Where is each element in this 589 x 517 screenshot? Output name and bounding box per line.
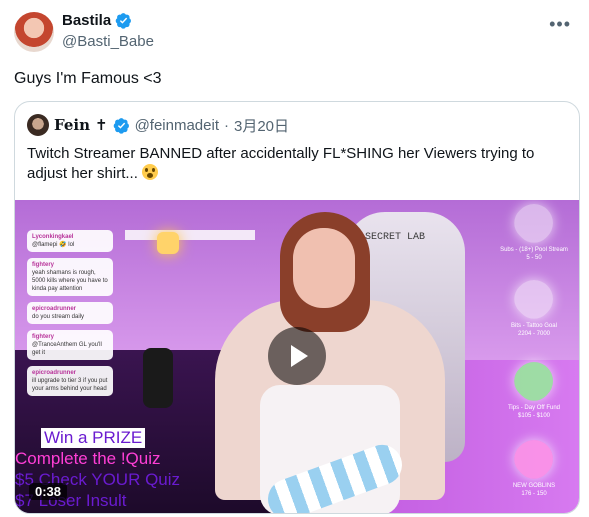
verified-badge-icon bbox=[115, 13, 132, 29]
lamp-icon bbox=[157, 232, 179, 254]
chat-text: @flamepi 🤣 lol bbox=[32, 242, 75, 248]
chat-message: fightery yeah shamans is rough, 5000 kil… bbox=[27, 258, 113, 296]
quoted-display-name[interactable]: Fein bbox=[54, 116, 90, 134]
flushed-face-icon bbox=[142, 164, 159, 180]
chat-text: ill upgrade to tier 3 if you put your ar… bbox=[32, 378, 108, 392]
heart-icon bbox=[507, 354, 561, 408]
play-button-icon[interactable] bbox=[268, 327, 326, 385]
goal-value: 5 - 50 bbox=[526, 255, 542, 261]
chair-logo: SECRET LAB bbox=[365, 232, 426, 243]
chat-message: Lyconkingkael @flamepi 🤣 lol bbox=[27, 230, 113, 252]
goal-item: NEW GOBLINS 176 - 150 bbox=[489, 432, 579, 498]
goal-item: Bits - Tattoo Goal 2204 - 7000 bbox=[489, 272, 579, 338]
more-horizontal-icon[interactable]: ••• bbox=[549, 14, 571, 35]
video-player[interactable]: SECRET LAB Lyconkingkael @flamepi 🤣 lol … bbox=[15, 200, 579, 513]
author-avatar[interactable] bbox=[14, 12, 54, 52]
goal-item: Subs - (18+) Pool Stream 5 - 50 bbox=[489, 200, 579, 262]
chat-text: yeah shamans is rough, 5000 kills where … bbox=[32, 270, 108, 292]
quoted-handle[interactable]: @feinmadeit bbox=[135, 117, 219, 134]
quoted-tweet[interactable]: Fein ✝ @feinmadeit · 3月20日 Twitch Stream… bbox=[14, 101, 580, 514]
cross-symbol: ✝ bbox=[94, 117, 108, 134]
chat-message: fightery @TranceAnthem GL you'll get it bbox=[27, 330, 113, 360]
author-name-row: Bastila bbox=[62, 12, 132, 29]
goal-value: 2204 - 7000 bbox=[517, 331, 551, 337]
promo-line: Complete the !Quiz bbox=[15, 449, 161, 468]
microphone-icon bbox=[143, 348, 173, 408]
chat-username: fightery bbox=[32, 262, 55, 268]
quoted-author-avatar[interactable] bbox=[27, 114, 49, 136]
heart-icon bbox=[507, 432, 561, 486]
chat-username: fightery bbox=[32, 334, 55, 340]
goal-label: Bits - Tattoo Goal bbox=[511, 323, 557, 329]
video-shelf bbox=[125, 230, 255, 240]
goal-label: NEW GOBLINS bbox=[512, 483, 556, 489]
chat-message: epicroadrunner do you stream daily bbox=[27, 302, 113, 324]
tweet-text: Guys I'm Famous <3 bbox=[14, 70, 162, 87]
goal-label: Subs - (18+) Pool Stream bbox=[500, 247, 568, 253]
quoted-tweet-text: Twitch Streamer BANNED after accidentall… bbox=[27, 144, 567, 184]
streamer-face bbox=[293, 228, 355, 308]
goal-value: 176 - 150 bbox=[521, 491, 547, 497]
author-display-name[interactable]: Bastila bbox=[62, 12, 111, 29]
stream-chat-overlay: Lyconkingkael @flamepi 🤣 lol fightery ye… bbox=[27, 230, 113, 402]
promo-title: Win a PRIZE bbox=[41, 428, 146, 448]
stream-goals: Subs - (18+) Pool Stream 5 - 50 Bits - T… bbox=[489, 200, 579, 513]
quoted-date[interactable]: 3月20日 bbox=[234, 115, 289, 136]
heart-icon bbox=[507, 200, 561, 250]
goal-label: Tips - Day Off Fund bbox=[507, 405, 561, 411]
video-duration: 0:38 bbox=[29, 483, 68, 500]
chat-text: @TranceAnthem GL you'll get it bbox=[32, 342, 102, 356]
chat-username: epicroadrunner bbox=[32, 370, 77, 376]
heart-icon bbox=[507, 272, 561, 326]
quoted-verified-badge-icon bbox=[113, 117, 129, 134]
separator-dot: · bbox=[224, 116, 229, 134]
chat-text: do you stream daily bbox=[32, 314, 85, 320]
goal-value: $105 - $100 bbox=[517, 413, 551, 419]
chat-username: epicroadrunner bbox=[32, 306, 77, 312]
chat-message: epicroadrunner ill upgrade to tier 3 if … bbox=[27, 366, 113, 396]
goal-item: Tips - Day Off Fund $105 - $100 bbox=[489, 354, 579, 420]
author-handle[interactable]: @Basti_Babe bbox=[62, 33, 154, 50]
quoted-tweet-header: Fein ✝ @feinmadeit · 3月20日 bbox=[27, 114, 289, 136]
quoted-text-content: Twitch Streamer BANNED after accidentall… bbox=[27, 145, 535, 182]
chat-username: Lyconkingkael bbox=[32, 234, 74, 240]
